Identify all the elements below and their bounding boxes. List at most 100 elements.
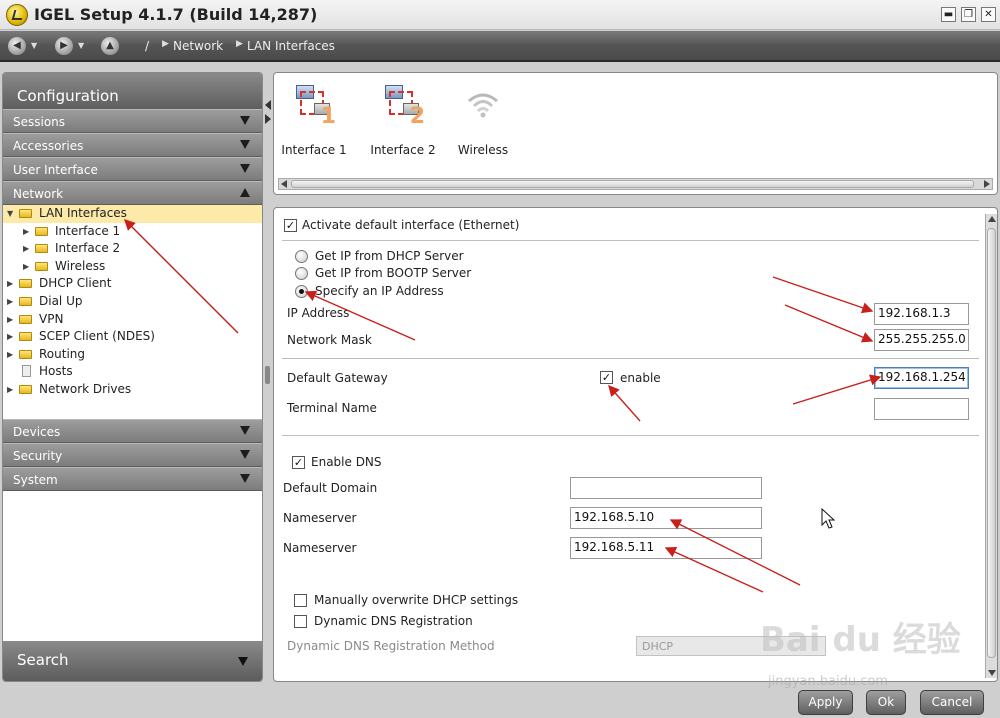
tree-expander-icon[interactable]: ▶ bbox=[7, 328, 13, 345]
minimize-button[interactable]: ▬ bbox=[941, 7, 956, 22]
tree-expander-icon[interactable]: ▶ bbox=[7, 311, 13, 328]
home-button[interactable]: ▲ bbox=[101, 37, 119, 55]
tree-expander-icon[interactable]: ▶ bbox=[7, 381, 13, 398]
sidebar-section-system[interactable]: System bbox=[3, 467, 262, 491]
tree-expander-icon[interactable]: ▶ bbox=[23, 240, 29, 257]
tree-item-label: VPN bbox=[39, 311, 64, 326]
scroll-left-icon[interactable] bbox=[281, 180, 287, 188]
nameserver-1-input[interactable]: 192.168.5.10 bbox=[570, 507, 762, 529]
tree-item-vpn[interactable]: ▶ VPN bbox=[3, 311, 262, 329]
folder-icon bbox=[19, 296, 32, 306]
interface-1-tile[interactable]: 1 Interface 1 bbox=[274, 83, 354, 163]
apply-button[interactable]: Apply bbox=[798, 690, 853, 715]
window-title: IGEL Setup 4.1.7 (Build 14,287) bbox=[34, 5, 318, 24]
splitter-handle[interactable] bbox=[265, 366, 270, 384]
tree-expander-icon[interactable]: ▶ bbox=[7, 293, 13, 310]
dynamic-dns-label: Dynamic DNS Registration bbox=[314, 614, 473, 628]
scroll-right-icon[interactable] bbox=[984, 180, 990, 188]
tree-item-label: DHCP Client bbox=[39, 276, 112, 291]
terminal-name-input[interactable] bbox=[874, 398, 969, 420]
dynamic-dns-checkbox[interactable] bbox=[294, 615, 307, 628]
tree-expander-icon[interactable]: ▼ bbox=[7, 205, 13, 222]
default-domain-input[interactable] bbox=[570, 477, 762, 499]
network-tree: ▼ LAN Interfaces ▶ Interface 1 ▶ Interfa… bbox=[3, 205, 262, 419]
activate-default-checkbox[interactable]: ✓ bbox=[284, 219, 297, 232]
radio-specify-ip[interactable] bbox=[295, 285, 308, 298]
expand-arrow-icon bbox=[238, 657, 248, 666]
tree-item-lan-interfaces[interactable]: ▼ LAN Interfaces bbox=[3, 205, 262, 223]
default-gateway-input[interactable]: 192.168.1.254 bbox=[874, 367, 969, 389]
sidebar-search-section[interactable]: Search bbox=[3, 641, 262, 681]
sidebar-section-network[interactable]: Network bbox=[3, 181, 262, 205]
tree-item-hosts[interactable]: Hosts bbox=[3, 363, 262, 381]
back-button[interactable]: ◀ bbox=[8, 37, 26, 55]
tree-expander-icon[interactable]: ▶ bbox=[23, 223, 29, 240]
interface-2-tile[interactable]: 2 Interface 2 bbox=[363, 83, 443, 163]
interface-1-label: Interface 1 bbox=[281, 143, 347, 157]
tree-item-dial-up[interactable]: ▶ Dial Up bbox=[3, 293, 262, 311]
terminal-name-label: Terminal Name bbox=[287, 401, 377, 415]
scroll-up-icon[interactable] bbox=[988, 216, 996, 222]
breadcrumb-network[interactable]: Network bbox=[173, 39, 223, 53]
collapse-left-arrow-icon[interactable] bbox=[265, 100, 271, 110]
vertical-scrollbar[interactable] bbox=[985, 214, 997, 678]
back-history-dropdown[interactable]: ▼ bbox=[31, 41, 37, 50]
sidebar-section-sessions[interactable]: Sessions bbox=[3, 109, 262, 133]
network-interface-icon: 1 bbox=[292, 83, 336, 129]
tree-item-dhcp-client[interactable]: ▶ DHCP Client bbox=[3, 275, 262, 293]
baidu-watermark: Bai du 经验 bbox=[760, 620, 961, 660]
sidebar-section-devices[interactable]: Devices bbox=[3, 419, 262, 443]
sidebar-section-user-interface[interactable]: User Interface bbox=[3, 157, 262, 181]
enable-dns-checkbox[interactable]: ✓ bbox=[292, 456, 305, 469]
wireless-label: Wireless bbox=[457, 143, 509, 157]
forward-button[interactable]: ▶ bbox=[55, 37, 73, 55]
radio-bootp-label: Get IP from BOOTP Server bbox=[315, 266, 472, 280]
sidebar-section-accessories[interactable]: Accessories bbox=[3, 133, 262, 157]
tree-item-scep-client[interactable]: ▶ SCEP Client (NDES) bbox=[3, 328, 262, 346]
tree-expander-icon[interactable]: ▶ bbox=[7, 346, 13, 363]
tree-item-label: Wireless bbox=[55, 258, 106, 273]
tree-item-wireless[interactable]: ▶ Wireless bbox=[3, 258, 262, 276]
manual-overwrite-checkbox[interactable] bbox=[294, 594, 307, 607]
radio-dhcp[interactable] bbox=[295, 250, 308, 263]
gateway-enable-label: enable bbox=[620, 371, 661, 385]
default-domain-label: Default Domain bbox=[283, 481, 378, 495]
breadcrumb-separator-icon: ▶ bbox=[236, 39, 243, 49]
configuration-sidebar: Configuration Sessions Accessories User … bbox=[2, 72, 263, 682]
radio-dhcp-label: Get IP from DHCP Server bbox=[315, 249, 464, 263]
network-mask-input[interactable]: 255.255.255.0 bbox=[874, 329, 969, 351]
horizontal-scrollbar[interactable] bbox=[278, 178, 993, 190]
breadcrumb-root: / bbox=[145, 39, 150, 53]
scrollbar-thumb[interactable] bbox=[291, 180, 974, 188]
divider bbox=[282, 435, 979, 436]
tree-item-network-drives[interactable]: ▶ Network Drives bbox=[3, 381, 262, 399]
igel-logo-icon bbox=[6, 4, 28, 26]
ip-address-input[interactable]: 192.168.1.3 bbox=[874, 303, 969, 325]
tree-expander-icon[interactable]: ▶ bbox=[7, 275, 13, 292]
tree-expander-icon[interactable]: ▶ bbox=[23, 258, 29, 275]
tree-item-interface-1[interactable]: ▶ Interface 1 bbox=[3, 223, 262, 241]
folder-icon bbox=[19, 279, 32, 289]
forward-history-dropdown[interactable]: ▼ bbox=[78, 41, 84, 50]
ok-button[interactable]: Ok bbox=[866, 690, 906, 715]
interface-2-label: Interface 2 bbox=[370, 143, 436, 157]
restore-button[interactable]: ❐ bbox=[961, 7, 976, 22]
tree-item-routing[interactable]: ▶ Routing bbox=[3, 346, 262, 364]
network-mask-label: Network Mask bbox=[287, 333, 372, 347]
tree-item-interface-2[interactable]: ▶ Interface 2 bbox=[3, 240, 262, 258]
nameserver-2-input[interactable]: 192.168.5.11 bbox=[570, 537, 762, 559]
scrollbar-thumb[interactable] bbox=[987, 228, 996, 658]
wireless-tile[interactable]: Wireless bbox=[443, 83, 523, 163]
breadcrumb-lan-interfaces[interactable]: LAN Interfaces bbox=[247, 39, 335, 53]
expand-arrow-icon bbox=[240, 116, 250, 125]
close-button[interactable]: ✕ bbox=[981, 7, 996, 22]
gateway-enable-checkbox[interactable]: ✓ bbox=[600, 371, 613, 384]
folder-icon bbox=[35, 244, 48, 254]
expand-right-arrow-icon[interactable] bbox=[265, 114, 271, 124]
expand-arrow-icon bbox=[240, 474, 250, 483]
folder-icon bbox=[19, 314, 32, 324]
scroll-down-icon[interactable] bbox=[988, 670, 996, 676]
cancel-button[interactable]: Cancel bbox=[920, 690, 984, 715]
sidebar-section-security[interactable]: Security bbox=[3, 443, 262, 467]
radio-bootp[interactable] bbox=[295, 267, 308, 280]
